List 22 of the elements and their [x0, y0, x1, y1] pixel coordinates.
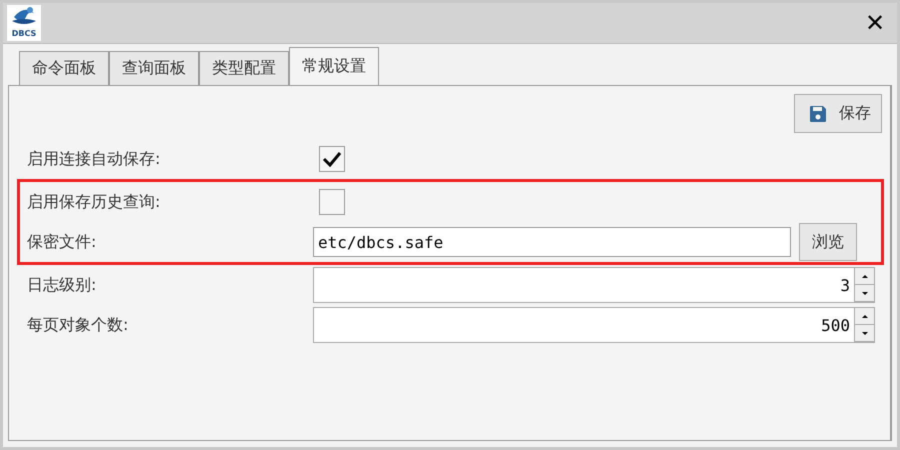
number-spinner[interactable]: 3 [313, 267, 875, 303]
number-spinner[interactable]: 500 [313, 307, 875, 343]
close-button[interactable]: ✕ [861, 8, 889, 38]
spin-down-icon[interactable] [855, 285, 874, 302]
tab[interactable]: 查询面板 [109, 51, 199, 85]
setting-label: 保密文件: [27, 232, 98, 252]
save-button[interactable]: 保存 [794, 94, 882, 133]
checkbox[interactable] [319, 189, 345, 215]
setting-label: 启用连接自动保存: [27, 148, 162, 170]
setting-label: 每页对象个数: [27, 314, 130, 336]
tab[interactable]: 类型配置 [199, 51, 289, 85]
file-path-field[interactable]: etc/dbcs.safe [313, 227, 791, 257]
spin-up-icon[interactable] [855, 308, 874, 325]
spin-down-icon[interactable] [855, 325, 874, 342]
setting-label: 启用保存历史查询: [27, 192, 162, 212]
checkbox[interactable] [319, 146, 345, 172]
spin-up-icon[interactable] [855, 268, 874, 285]
tab[interactable]: 常规设置 [289, 47, 379, 85]
browse-button[interactable]: 浏览 [799, 223, 857, 261]
setting-label: 日志级别: [27, 274, 98, 296]
logo-icon: DBCS [7, 5, 41, 41]
tab[interactable]: 命令面板 [19, 51, 109, 85]
